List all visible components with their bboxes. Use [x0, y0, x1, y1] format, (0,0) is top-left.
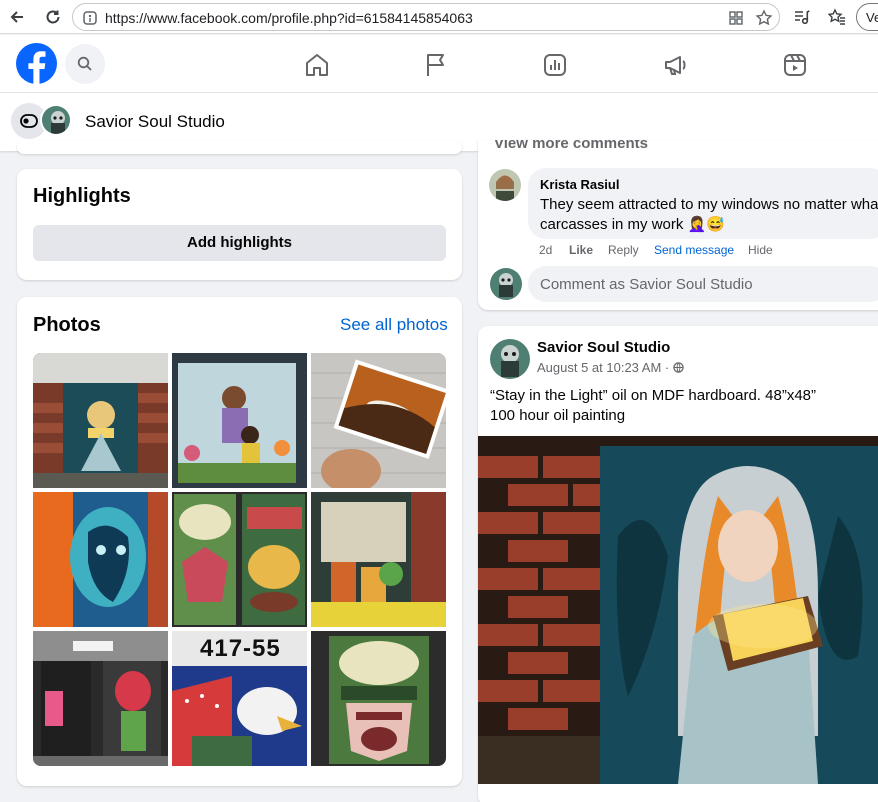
pages-flag-icon[interactable] — [422, 51, 450, 79]
intro-card-edge — [17, 140, 462, 154]
hide-button[interactable]: Hide — [748, 243, 773, 257]
like-button[interactable]: Like — [569, 243, 593, 257]
add-highlights-button[interactable]: Add highlights — [33, 225, 446, 261]
insights-icon[interactable] — [541, 51, 569, 79]
post-image[interactable] — [478, 436, 878, 784]
photos-card: Photos See all photos 417-55 — [17, 297, 462, 786]
highlights-card: Highlights Add highlights — [17, 169, 462, 280]
photo-thumbnail[interactable]: 417-55 — [172, 631, 307, 766]
browser-profile-button[interactable]: Ve — [856, 3, 878, 31]
ads-megaphone-icon[interactable] — [662, 51, 690, 79]
page-avatar[interactable] — [40, 104, 72, 136]
post-author-name[interactable]: Savior Soul Studio — [537, 339, 670, 356]
reload-icon[interactable] — [42, 6, 64, 28]
send-message-link[interactable]: Send message — [654, 243, 734, 257]
reply-button[interactable]: Reply — [608, 243, 639, 257]
photo-thumbnail[interactable] — [33, 492, 168, 627]
photo-thumbnail[interactable] — [311, 492, 446, 627]
post-author-avatar[interactable] — [490, 339, 530, 379]
photo-thumbnail[interactable] — [311, 631, 446, 766]
photo-thumbnail[interactable] — [33, 353, 168, 488]
facebook-top-nav — [0, 35, 878, 93]
commenter-avatar[interactable] — [489, 169, 521, 201]
photo-thumbnail[interactable] — [311, 353, 446, 488]
address-bar[interactable]: https://www.facebook.com/profile.php?id=… — [72, 3, 780, 31]
public-globe-icon — [673, 362, 684, 373]
see-all-photos-link[interactable]: See all photos — [340, 315, 448, 335]
post-text-line: 100 hour oil painting — [490, 407, 626, 424]
my-avatar[interactable] — [490, 268, 522, 300]
star-icon[interactable] — [755, 9, 773, 27]
photos-title: Photos — [33, 314, 101, 336]
page-bottom-spacer — [17, 796, 462, 802]
photo-overlay-number: 417-55 — [200, 635, 281, 662]
post-text-line: “Stay in the Light” oil on MDF hardboard… — [490, 387, 816, 404]
post-text: “Stay in the Light” oil on MDF hardboard… — [490, 386, 870, 426]
page-title[interactable]: Savior Soul Studio — [85, 112, 225, 132]
facebook-logo-icon[interactable] — [16, 43, 57, 84]
back-arrow-icon[interactable] — [6, 6, 28, 28]
media-icon[interactable] — [790, 6, 812, 28]
highlights-title: Highlights — [33, 185, 131, 207]
comment-input[interactable]: Comment as Savior Soul Studio — [528, 266, 878, 302]
photo-thumbnail[interactable] — [33, 631, 168, 766]
comment-time[interactable]: 2d — [539, 243, 552, 257]
photo-thumbnail[interactable] — [172, 353, 307, 488]
browser-toolbar: https://www.facebook.com/profile.php?id=… — [0, 0, 878, 34]
home-icon[interactable] — [303, 51, 331, 79]
comment-text: They seem attracted to my windows no mat… — [540, 196, 878, 233]
photo-thumbnail[interactable] — [172, 492, 307, 627]
favorites-icon[interactable] — [826, 6, 848, 28]
post-timestamp[interactable]: August 5 at 10:23 AM · — [537, 360, 684, 375]
view-more-comments-link[interactable]: View more comments — [494, 140, 648, 149]
comment-input-placeholder: Comment as Savior Soul Studio — [540, 276, 753, 293]
search-icon[interactable] — [65, 44, 105, 84]
reels-icon[interactable] — [781, 51, 809, 79]
url-text: https://www.facebook.com/profile.php?id=… — [105, 10, 473, 26]
comment-bubble: Krista Rasiul They seem attracted to my … — [528, 168, 878, 239]
site-info-icon[interactable] — [81, 9, 99, 27]
post-time-text: August 5 at 10:23 AM · — [537, 360, 673, 375]
apps-grid-icon[interactable] — [727, 9, 745, 27]
comment-author[interactable]: Krista Rasiul — [540, 177, 619, 192]
